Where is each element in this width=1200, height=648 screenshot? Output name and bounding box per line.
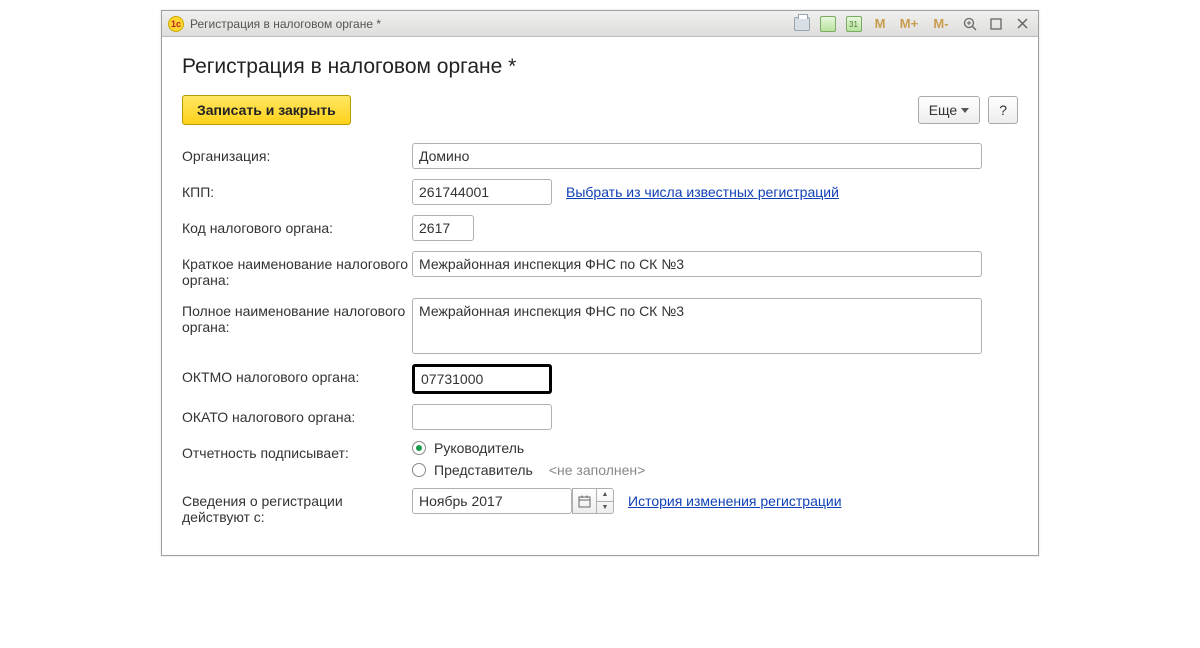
- calendar-picker-icon[interactable]: [572, 488, 596, 514]
- save-close-button[interactable]: Записать и закрыть: [182, 95, 351, 125]
- kpp-input[interactable]: [412, 179, 552, 205]
- org-input[interactable]: [412, 143, 982, 169]
- window-title: Регистрация в налоговом органе *: [190, 17, 381, 31]
- valid-from-label: Сведения о регистрации действуют с:: [182, 488, 412, 525]
- titlebar: 1c Регистрация в налоговом органе * M M+…: [162, 11, 1038, 37]
- valid-from-field: ▲ ▼: [412, 488, 614, 514]
- toolbar: Записать и закрыть Еще ?: [182, 95, 1018, 125]
- kpp-select-link[interactable]: Выбрать из числа известных регистраций: [566, 184, 839, 200]
- page-title: Регистрация в налоговом органе *: [182, 55, 1018, 79]
- window: 1c Регистрация в налоговом органе * M M+…: [161, 10, 1039, 556]
- okato-label: ОКАТО налогового органа:: [182, 404, 412, 425]
- date-spinner: ▲ ▼: [596, 488, 614, 514]
- signer-radio-head[interactable]: [412, 441, 426, 455]
- history-link[interactable]: История изменения регистрации: [628, 493, 842, 509]
- close-icon[interactable]: [1012, 15, 1032, 33]
- calculator-icon[interactable]: [818, 15, 838, 33]
- help-button[interactable]: ?: [988, 96, 1018, 124]
- full-name-label: Полное наименование налогового органа:: [182, 298, 412, 335]
- calendar-icon[interactable]: [844, 15, 864, 33]
- signer-label: Отчетность подписывает:: [182, 440, 412, 461]
- signer-radio-rep[interactable]: [412, 463, 426, 477]
- memory-m-icon[interactable]: M: [870, 15, 890, 33]
- more-button[interactable]: Еще: [918, 96, 981, 124]
- oktmo-input[interactable]: [412, 364, 552, 394]
- date-spin-down-icon[interactable]: ▼: [597, 502, 613, 514]
- more-button-label: Еще: [929, 102, 958, 118]
- date-spin-up-icon[interactable]: ▲: [597, 489, 613, 502]
- memory-mminus-icon[interactable]: M-: [928, 15, 954, 33]
- valid-from-input[interactable]: [412, 488, 572, 514]
- full-name-input[interactable]: [412, 298, 982, 354]
- zoom-icon[interactable]: [960, 15, 980, 33]
- oktmo-label: ОКТМО налогового органа:: [182, 364, 412, 385]
- maximize-icon[interactable]: [986, 15, 1006, 33]
- short-name-input[interactable]: [412, 251, 982, 277]
- chevron-down-icon: [961, 108, 969, 113]
- print-icon[interactable]: [792, 15, 812, 33]
- short-name-label: Краткое наименование налогового органа:: [182, 251, 412, 288]
- org-label: Организация:: [182, 143, 412, 164]
- kpp-label: КПП:: [182, 179, 412, 200]
- app-logo-icon: 1c: [168, 16, 184, 32]
- signer-option-rep: Представитель: [434, 462, 533, 478]
- code-label: Код налогового органа:: [182, 215, 412, 236]
- content-area: Регистрация в налоговом органе * Записат…: [162, 37, 1038, 555]
- tax-code-input[interactable]: [412, 215, 474, 241]
- signer-rep-empty: <не заполнен>: [549, 462, 645, 478]
- memory-mplus-icon[interactable]: M+: [896, 15, 922, 33]
- okato-input[interactable]: [412, 404, 552, 430]
- signer-option-head: Руководитель: [434, 440, 524, 456]
